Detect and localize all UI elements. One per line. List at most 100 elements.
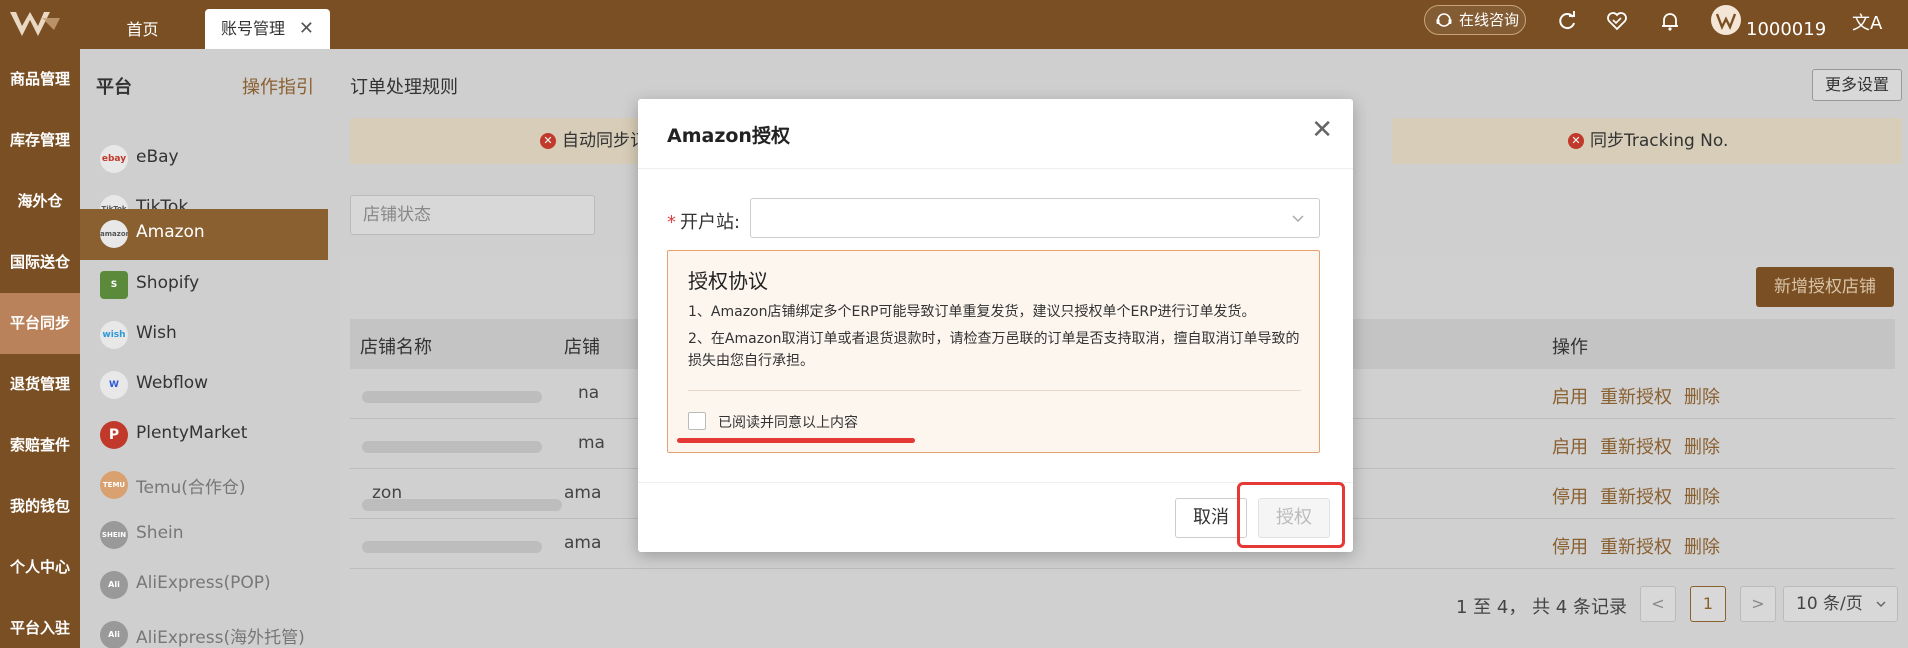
platform-item-aliexpress-pop[interactable]: Ali AliExpress(POP) xyxy=(80,560,328,610)
platform-item-label: PlentyMarket xyxy=(136,423,248,443)
nav-item-platform-join[interactable]: 平台入驻 xyxy=(0,598,80,648)
left-nav: 商品管理 库存管理 海外仓 国际送仓 平台同步 退货管理 索赔查件 我的钱包 个… xyxy=(0,49,80,648)
platform-list-title: 平台 xyxy=(96,77,132,98)
platform-list: 平台 操作指引 ebay eBay TikTok TikTok amazon A… xyxy=(80,49,328,648)
tab-home[interactable]: 首页 xyxy=(100,10,185,49)
page-size-select[interactable]: 10 条/页 xyxy=(1783,586,1898,622)
platform-item-wish[interactable]: wish Wish xyxy=(80,310,328,360)
nav-item-products[interactable]: 商品管理 xyxy=(0,49,80,110)
authorization-agreement: 授权协议 1、Amazon店铺绑定多个ERP可能导致订单重复发货，建议只授权单个… xyxy=(667,250,1320,453)
platform-item-ebay[interactable]: ebay eBay xyxy=(80,134,328,184)
reauthorize-link[interactable]: 重新授权 xyxy=(1600,487,1672,508)
shopify-logo-icon: S xyxy=(100,271,128,299)
delete-link[interactable]: 删除 xyxy=(1684,487,1720,508)
delete-link[interactable]: 删除 xyxy=(1684,437,1720,458)
close-icon[interactable]: ✕ xyxy=(1311,117,1333,143)
platform-item-label: Webflow xyxy=(136,373,209,393)
agree-checkbox[interactable] xyxy=(688,412,706,430)
row-operations: 停用 重新授权 删除 xyxy=(1552,533,1732,559)
page-size-value: 10 条/页 xyxy=(1796,594,1863,614)
agreement-divider xyxy=(688,390,1301,391)
top-bar: 首页 账号管理 ✕ 在线咨询 1000019 文A xyxy=(0,0,1908,49)
error-icon: ✕ xyxy=(1568,133,1584,149)
dialog-title: Amazon授权 xyxy=(667,125,790,147)
reauthorize-link[interactable]: 重新授权 xyxy=(1600,437,1672,458)
aliexpress-logo-icon: Ali xyxy=(100,621,128,648)
operation-guide-link[interactable]: 操作指引 xyxy=(242,73,314,99)
brand-logo[interactable] xyxy=(8,8,62,40)
platform-item-label: Temu(合作仓) xyxy=(136,478,246,498)
tab-close-icon[interactable]: ✕ xyxy=(299,9,314,49)
online-consult-label: 在线咨询 xyxy=(1459,11,1520,29)
wish-logo-icon: wish xyxy=(100,321,128,349)
platform-item-label: Wish xyxy=(136,323,177,343)
platform-item-amazon[interactable]: amazon Amazon xyxy=(80,209,328,260)
prev-page-button[interactable]: < xyxy=(1640,586,1676,622)
order-rules-title: 订单处理规则 xyxy=(350,77,458,98)
annotation-highlight-box xyxy=(1237,482,1345,548)
site-field-label-text: 开户站: xyxy=(680,212,741,233)
enable-link[interactable]: 启用 xyxy=(1552,437,1588,458)
column-store: 店铺 xyxy=(564,337,600,358)
webflow-logo-icon: W xyxy=(100,371,128,399)
required-mark: * xyxy=(667,212,676,233)
bell-icon[interactable] xyxy=(1659,10,1681,32)
reauthorize-link[interactable]: 重新授权 xyxy=(1600,537,1672,558)
row-operations: 停用 重新授权 删除 xyxy=(1552,483,1732,509)
table-cell: ama xyxy=(564,533,602,553)
more-settings-button[interactable]: 更多设置 xyxy=(1812,69,1902,101)
nav-item-international-delivery[interactable]: 国际送仓 xyxy=(0,232,80,293)
site-field-label: * 开户站: xyxy=(667,208,740,234)
platform-item-temu[interactable]: TEMU Temu(合作仓) xyxy=(80,460,328,510)
disable-link[interactable]: 停用 xyxy=(1552,537,1588,558)
rule-card-label: 自动同步订 xyxy=(562,131,647,151)
store-status-select[interactable]: 店铺状态 xyxy=(350,195,595,235)
reauthorize-link[interactable]: 重新授权 xyxy=(1600,387,1672,408)
platform-item-label: Amazon xyxy=(136,222,205,242)
column-store-name: 店铺名称 xyxy=(360,337,432,358)
platform-item-shopify[interactable]: S Shopify xyxy=(80,260,328,310)
disable-link[interactable]: 停用 xyxy=(1552,487,1588,508)
nav-item-inventory[interactable]: 库存管理 xyxy=(0,110,80,171)
nav-item-wallet[interactable]: 我的钱包 xyxy=(0,476,80,537)
dialog-header-divider xyxy=(638,168,1353,169)
rule-card-sync-tracking[interactable]: ✕ 同步Tracking No. xyxy=(1392,118,1902,164)
platform-item-label: AliExpress(POP) xyxy=(136,573,271,593)
tab-account-management[interactable]: 账号管理 ✕ xyxy=(205,9,330,49)
nav-item-returns[interactable]: 退货管理 xyxy=(0,354,80,415)
platform-item-label: AliExpress(海外托管) xyxy=(136,628,305,648)
site-select[interactable] xyxy=(750,198,1320,238)
translate-icon[interactable]: 文A xyxy=(1852,9,1882,35)
add-authorized-store-button[interactable]: 新增授权店铺 xyxy=(1756,267,1894,307)
delete-link[interactable]: 删除 xyxy=(1684,387,1720,408)
platform-item-webflow[interactable]: W Webflow xyxy=(80,360,328,410)
avatar[interactable] xyxy=(1711,5,1741,35)
shein-logo-icon: SHEIN xyxy=(100,521,128,549)
agree-checkbox-label[interactable]: 已阅读并同意以上内容 xyxy=(718,412,858,432)
delete-link[interactable]: 删除 xyxy=(1684,537,1720,558)
plentymarket-logo-icon: P xyxy=(100,421,128,449)
platform-item-plentymarket[interactable]: P PlentyMarket xyxy=(80,410,328,460)
enable-link[interactable]: 启用 xyxy=(1552,387,1588,408)
platform-item-label: Shopify xyxy=(136,273,200,293)
nav-item-claims[interactable]: 索赔查件 xyxy=(0,415,80,476)
favorite-icon[interactable] xyxy=(1606,10,1628,32)
nav-item-platform-sync[interactable]: 平台同步 xyxy=(0,293,80,354)
nav-item-overseas-warehouse[interactable]: 海外仓 xyxy=(0,171,80,232)
agreement-title: 授权协议 xyxy=(688,269,768,293)
table-cell: na xyxy=(578,383,600,403)
table-cell: ma xyxy=(578,433,605,453)
amazon-logo-icon: amazon xyxy=(100,220,128,248)
online-consult-button[interactable]: 在线咨询 xyxy=(1424,5,1526,35)
user-id[interactable]: 1000019 xyxy=(1746,19,1826,40)
error-icon: ✕ xyxy=(540,133,556,149)
nav-item-profile[interactable]: 个人中心 xyxy=(0,537,80,598)
row-operations: 启用 重新授权 删除 xyxy=(1552,383,1732,409)
page-1-button[interactable]: 1 xyxy=(1690,586,1726,622)
next-page-button[interactable]: > xyxy=(1740,586,1776,622)
platform-item-shein[interactable]: SHEIN Shein xyxy=(80,510,328,560)
platform-item-aliexpress-hosted[interactable]: Ali AliExpress(海外托管) xyxy=(80,610,328,648)
refresh-icon[interactable] xyxy=(1556,10,1578,32)
aliexpress-logo-icon: Ali xyxy=(100,571,128,599)
table-cell: ama xyxy=(564,483,602,503)
